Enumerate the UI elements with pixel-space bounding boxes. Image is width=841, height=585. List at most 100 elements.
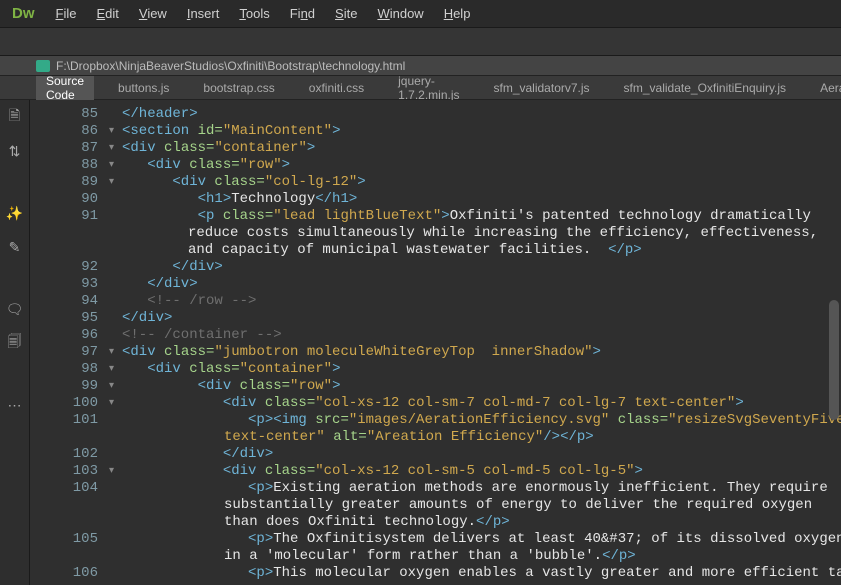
menu-site[interactable]: Site [326,2,366,25]
code-text: "container" [214,140,306,156]
menu-tools[interactable]: Tools [230,2,278,25]
code-text: <div [122,157,189,173]
toolbar-strip [0,28,841,56]
code-text: class= [189,361,239,377]
code-text: and capacity of municipal wastewater fac… [188,242,608,258]
code-text: > [635,463,643,479]
snippet-icon[interactable]: 🗐 [6,334,24,352]
line-number [30,429,104,446]
code-text: > [332,123,340,139]
line-number: 92 [30,259,104,276]
code-text: "lead lightBlueText" [273,208,441,224]
line-number: 90 [30,191,104,208]
code-text: "col-xs-12 col-sm-5 col-md-5 col-lg-5" [315,463,634,479]
code-text: <div [122,378,240,394]
code-text: Technology [231,191,315,207]
code-text: </p> [608,242,642,258]
code-text: <p> [122,565,273,581]
code-text: class= [223,208,273,224]
line-number: 102 [30,446,104,463]
code-text: substantially greater amounts of energy … [224,497,812,513]
code-text: src= [315,412,349,428]
brush-icon[interactable]: ✎ [6,238,24,256]
line-number: 94 [30,293,104,310]
more-icon[interactable]: ⋯ [6,396,24,414]
line-number [30,497,104,514]
code-text: "container" [240,361,332,377]
code-editor[interactable]: 8586878889909192939495969798991001011021… [30,100,841,585]
line-number: 105 [30,531,104,548]
transfer-icon[interactable]: ⇅ [6,142,24,160]
code-text: </h1> [315,191,357,207]
line-number: 100 [30,395,104,412]
tab-sfm-validator-js[interactable]: sfm_validatorv7.js [484,78,600,98]
code-text: <div [122,395,265,411]
code-text: text-center" [224,429,325,445]
line-number: 87 [30,140,104,157]
code-text: > [593,344,601,360]
code-text: "Areation Efficiency" [367,429,543,445]
code-text: "jumbotron moleculeWhiteGreyTop innerSha… [214,344,592,360]
code-text: in a 'molecular' form rather than a 'bub… [224,548,602,564]
line-number [30,242,104,259]
code-text: <p> [122,531,273,547]
code-text: reduce costs simultaneously while increa… [188,225,818,241]
code-text: "row" [240,157,282,173]
menu-view[interactable]: View [130,2,176,25]
code-text: /></p> [543,429,593,445]
code-text: <div [122,361,189,377]
code-text: class= [609,412,668,428]
line-number: 88 [30,157,104,174]
code-text: <p><img [122,412,315,428]
line-number: 98 [30,361,104,378]
code-text: Oxfiniti's patented technology dramatica… [450,208,811,224]
menu-file[interactable]: File [47,2,86,25]
line-number [30,514,104,531]
related-files-tabs: Source Code buttons.js bootstrap.css oxf… [0,76,841,100]
line-number: 103 [30,463,104,480]
wand-icon[interactable]: ✨ [6,204,24,222]
code-text: <div [122,463,265,479]
code-text: </p> [476,514,510,530]
code-text: > [357,174,365,190]
code-text: class= [164,344,214,360]
line-number [30,225,104,242]
line-number: 91 [30,208,104,225]
line-number: 89 [30,174,104,191]
file-icon [36,60,50,72]
scrollbar-thumb[interactable] [829,300,839,420]
code-area[interactable]: </header> <section id="MainContent"> <di… [122,106,829,582]
menu-edit[interactable]: Edit [87,2,127,25]
comment-icon[interactable]: 🗨 [6,300,24,318]
code-text: <!-- /container --> [122,327,282,343]
tab-buttons-js[interactable]: buttons.js [108,78,179,98]
menu-insert[interactable]: Insert [178,2,229,25]
menu-help[interactable]: Help [435,2,480,25]
menubar: Dw File Edit View Insert Tools Find Site… [0,0,841,28]
code-text: class= [164,140,214,156]
app-logo: Dw [12,5,35,22]
code-text: "resizeSvgSeventyFive [668,412,841,428]
code-text: </div> [122,446,273,462]
tab-aeration-svg[interactable]: AerationEfficiency.svg [810,78,841,98]
tab-bootstrap-css[interactable]: bootstrap.css [193,78,284,98]
code-text: </header> [122,106,198,122]
code-text: > [332,378,340,394]
menu-find[interactable]: Find [281,2,324,25]
code-text: class= [189,157,239,173]
left-tool-rail: 🗎 ⇅ ✨ ✎ 🗨 🗐 ⋯ [0,100,30,585]
code-text: <div [122,174,214,190]
file-manager-icon[interactable]: 🗎 [6,108,24,126]
tab-oxfiniti-css[interactable]: oxfiniti.css [299,78,374,98]
code-text: "MainContent" [223,123,332,139]
code-text: class= [265,463,315,479]
vertical-scrollbar[interactable] [829,100,839,585]
code-text: Existing aeration methods are enormously… [273,480,828,496]
line-number: 104 [30,480,104,497]
code-text: "col-lg-12" [265,174,357,190]
tab-sfm-validate-enquiry-js[interactable]: sfm_validate_OxfinitiEnquiry.js [614,78,797,98]
code-text: > [282,157,290,173]
code-text: <p [122,208,223,224]
menu-window[interactable]: Window [368,2,432,25]
code-text: than does Oxfiniti technology. [224,514,476,530]
